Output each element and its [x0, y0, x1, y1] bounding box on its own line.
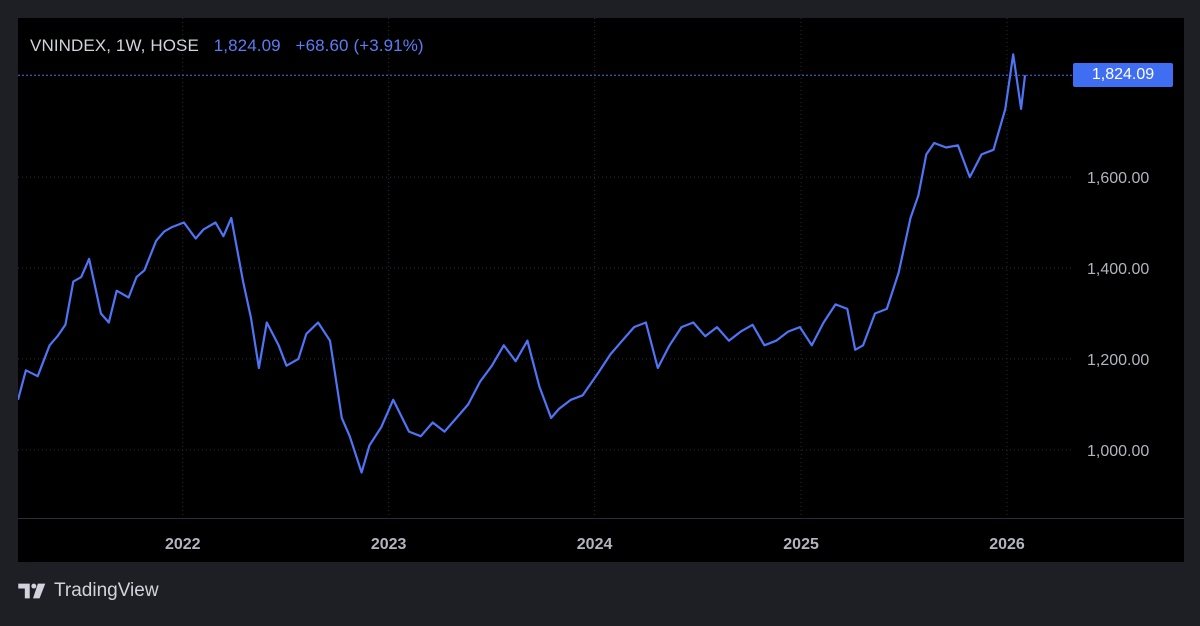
- chart-panel[interactable]: 1,000.00 1,200.00 1,400.00 1,600.00 2022 2023…: [18, 18, 1184, 562]
- legend-close-value: 1,824.09: [213, 36, 281, 55]
- y-tick-label: 1,000.00: [1087, 443, 1149, 460]
- x-tick-label: 2024: [577, 536, 613, 553]
- chart-legend: VNINDEX, 1W, HOSE 1,824.09 +68.60 (+3.91…: [30, 36, 424, 56]
- price-series-line: [18, 53, 1027, 474]
- x-tick-label: 2022: [165, 536, 201, 553]
- tradingview-brand[interactable]: TradingView: [54, 580, 159, 602]
- x-tick-label: 2023: [371, 536, 407, 553]
- footer: TradingView: [18, 576, 159, 606]
- y-tick-label: 1,400.00: [1087, 261, 1149, 278]
- x-tick-label: 2026: [989, 536, 1025, 553]
- y-tick-label: 1,600.00: [1087, 170, 1149, 187]
- y-tick-label: 1,200.00: [1087, 352, 1149, 369]
- price-chart[interactable]: 1,000.00 1,200.00 1,400.00 1,600.00 2022 2023…: [18, 18, 1184, 562]
- legend-change-value: +68.60 (+3.91%): [295, 36, 424, 55]
- last-price-tag: 1,824.09: [1073, 63, 1173, 88]
- tradingview-logo-icon[interactable]: [18, 582, 48, 600]
- x-tick-label: 2025: [783, 536, 819, 553]
- legend-symbol[interactable]: VNINDEX, 1W, HOSE: [30, 36, 199, 55]
- chart-frame: 1,000.00 1,200.00 1,400.00 1,600.00 2022 2023…: [0, 0, 1200, 626]
